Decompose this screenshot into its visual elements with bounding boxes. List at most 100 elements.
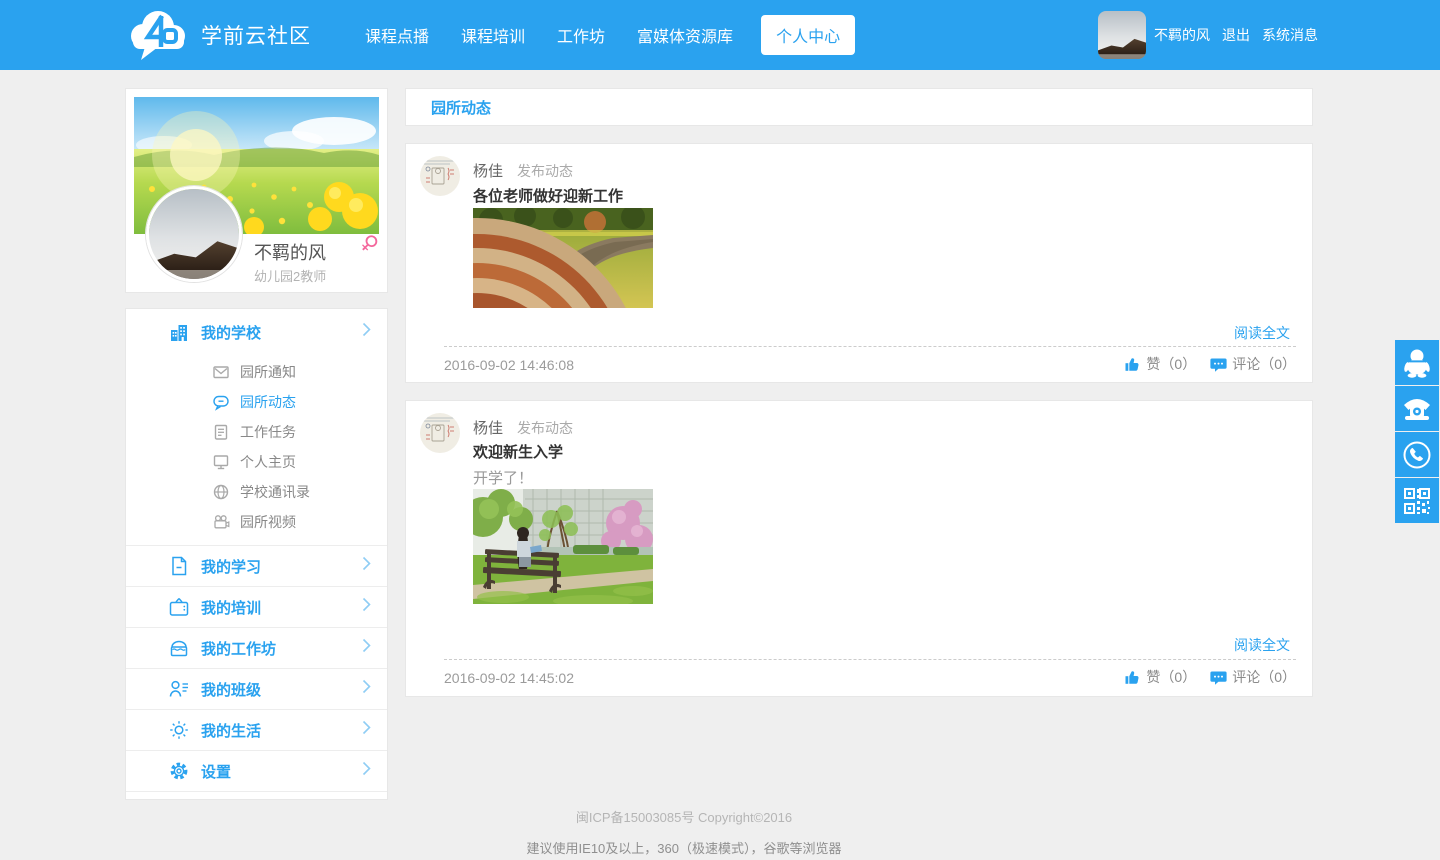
profile-avatar[interactable]: [146, 186, 242, 282]
post-title[interactable]: 各位老师做好迎新工作: [473, 185, 623, 206]
header-user-area: 不羁的风 退出 系统消息: [1098, 11, 1318, 59]
sidebar-item-my-training[interactable]: 我的培训: [126, 586, 387, 627]
sidebar-item-label: 我的生活: [201, 720, 261, 741]
post-author[interactable]: 杨佳: [473, 163, 503, 180]
sidebar-item-my-life[interactable]: 我的生活: [126, 709, 387, 750]
post-timestamp: 2016-09-02 14:46:08: [444, 357, 574, 373]
submenu-item-dynamics[interactable]: 园所动态: [126, 387, 387, 417]
sidebar-item-my-workshop[interactable]: 我的工作坊: [126, 627, 387, 668]
file-icon: [168, 555, 190, 577]
nav-item-personal-center[interactable]: 个人中心: [761, 15, 855, 55]
sidebar-item-label: 设置: [201, 761, 231, 782]
brand[interactable]: 学前云社区: [125, 6, 311, 65]
divider: [444, 346, 1296, 347]
submenu-item-label: 学校通讯录: [240, 482, 310, 502]
qq-icon: [1402, 347, 1432, 379]
post-card: 杨佳发布动态 各位老师做好迎新工作 阅读全文 2016-: [405, 143, 1313, 383]
chevron-right-icon: [362, 597, 371, 617]
sidebar-item-my-class[interactable]: 我的班级: [126, 668, 387, 709]
footer-browser-advice: 建议使用IE10及以上，360（极速模式），谷歌等浏览器: [0, 838, 1368, 857]
post-author-line: 杨佳发布动态: [473, 417, 573, 438]
main-nav: 课程点播 课程培训 工作坊 富媒体资源库 个人中心: [349, 15, 871, 55]
profile-role: 幼儿园2教师: [254, 266, 326, 285]
qrcode-button[interactable]: [1395, 478, 1439, 523]
brand-title: 学前云社区: [201, 20, 311, 50]
comment-count-label: 评论（0）: [1232, 354, 1296, 374]
header-user-avatar[interactable]: [1098, 11, 1146, 59]
monitor-icon: [212, 453, 230, 471]
school-submenu: 园所通知 园所动态 工作任务 个人主页 学校通讯录: [126, 355, 387, 545]
divider: [444, 659, 1296, 660]
brick-steps-photo[interactable]: [473, 208, 653, 308]
system-messages-link[interactable]: 系统消息: [1262, 25, 1318, 45]
header-user-name[interactable]: 不羁的风: [1154, 25, 1210, 45]
top-header: 学前云社区 课程点播 课程培训 工作坊 富媒体资源库 个人中心 不羁的风 退出 …: [0, 0, 1440, 70]
submenu-item-label: 工作任务: [240, 422, 296, 442]
sidebar-item-my-learning[interactable]: 我的学习: [126, 545, 387, 586]
comment-button[interactable]: 评论（0）: [1210, 667, 1296, 687]
phone-contact-button[interactable]: [1395, 432, 1439, 477]
submenu-item-tasks[interactable]: 工作任务: [126, 417, 387, 447]
like-button[interactable]: 赞（0）: [1124, 667, 1196, 687]
post-actions: 赞（0） 评论（0）: [1124, 667, 1296, 687]
comment-bubble-icon: [212, 393, 230, 411]
post-action-label: 发布动态: [517, 420, 573, 436]
submenu-item-homepage[interactable]: 个人主页: [126, 447, 387, 477]
gear-icon: [168, 760, 190, 782]
tv-icon: [168, 596, 190, 618]
user-list-icon: [168, 678, 190, 700]
like-count-label: 赞（0）: [1146, 354, 1196, 374]
video-camera-icon: [212, 513, 230, 531]
submenu-item-notices[interactable]: 园所通知: [126, 357, 387, 387]
page-title: 园所动态: [431, 97, 491, 118]
qq-contact-button[interactable]: [1395, 340, 1439, 385]
menu-footer-strip: [126, 791, 387, 800]
post-timestamp: 2016-09-02 14:45:02: [444, 670, 574, 686]
post-body-text: 开学了！: [473, 467, 533, 488]
post-author-avatar[interactable]: [420, 156, 460, 196]
sun-icon: [168, 719, 190, 741]
sidebar-item-my-school[interactable]: 我的学校: [126, 309, 387, 355]
submenu-item-videos[interactable]: 园所视频: [126, 507, 387, 537]
envelope-icon: [212, 363, 230, 381]
sidebar-menu: 我的学校 园所通知 园所动态 工作任务 个人主页: [125, 308, 388, 800]
comment-button[interactable]: 评论（0）: [1210, 354, 1296, 374]
nav-item-workshop[interactable]: 工作坊: [557, 23, 605, 47]
chevron-right-icon: [362, 556, 371, 576]
like-button[interactable]: 赞（0）: [1124, 354, 1196, 374]
chevron-right-icon: [362, 638, 371, 658]
post-author[interactable]: 杨佳: [473, 420, 503, 437]
cloud-logo-icon: [125, 6, 191, 65]
park-bench-photo[interactable]: [473, 489, 653, 604]
like-count-label: 赞（0）: [1146, 667, 1196, 687]
telephone-icon: [1401, 395, 1433, 423]
submenu-item-contacts[interactable]: 学校通讯录: [126, 477, 387, 507]
post-action-label: 发布动态: [517, 163, 573, 179]
chevron-right-icon: [362, 679, 371, 699]
chevron-right-icon: [362, 322, 371, 342]
logout-link[interactable]: 退出: [1222, 25, 1250, 45]
post-title[interactable]: 欢迎新生入学: [473, 441, 563, 462]
comment-bubble-icon: [1210, 669, 1227, 686]
nav-item-media-library[interactable]: 富媒体资源库: [637, 23, 733, 47]
phone-circle-icon: [1402, 440, 1432, 470]
globe-icon: [212, 483, 230, 501]
sidebar-item-label: 我的班级: [201, 679, 261, 700]
sidebar-item-settings[interactable]: 设置: [126, 750, 387, 791]
telephone-contact-button[interactable]: [1395, 386, 1439, 431]
task-document-icon: [212, 423, 230, 441]
post-author-line: 杨佳发布动态: [473, 160, 573, 181]
building-icon: [168, 321, 190, 343]
post-author-avatar[interactable]: [420, 413, 460, 453]
comment-bubble-icon: [1210, 356, 1227, 373]
chevron-right-icon: [362, 761, 371, 781]
sidebar-item-label: 我的学习: [201, 556, 261, 577]
floating-contact-bar: [1395, 340, 1439, 524]
read-more-link[interactable]: 阅读全文: [1234, 323, 1290, 343]
nav-item-training[interactable]: 课程培训: [461, 23, 525, 47]
submenu-item-label: 园所动态: [240, 392, 296, 412]
read-more-link[interactable]: 阅读全文: [1234, 635, 1290, 655]
qrcode-icon: [1403, 487, 1431, 515]
sidebar-item-label: 我的培训: [201, 597, 261, 618]
nav-item-vod[interactable]: 课程点播: [365, 23, 429, 47]
